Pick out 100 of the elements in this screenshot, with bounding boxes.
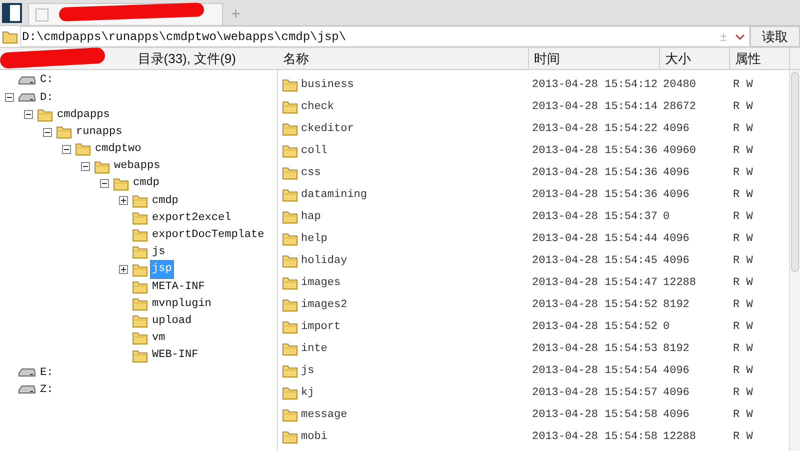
- folder-item[interactable]: cmdpapps: [55, 106, 112, 124]
- table-cell-text: 2013-04-28 15:54:12: [532, 78, 658, 93]
- folder-name[interactable]: datamining: [301, 186, 368, 204]
- table-cell-text: 4096: [663, 386, 690, 401]
- folder-item[interactable]: exportDocTemplate: [150, 226, 266, 245]
- folder-icon: [132, 211, 148, 226]
- table-cell-text: 2013-04-28 15:54:53: [532, 342, 658, 357]
- folder-name[interactable]: kj: [301, 384, 314, 402]
- folder-icon: [282, 144, 298, 158]
- expand-toggle-icon[interactable]: [119, 265, 128, 274]
- column-header[interactable]: 时间: [528, 48, 659, 69]
- drive-item[interactable]: C:: [38, 71, 56, 90]
- table-cell-text: 2013-04-28 15:54:37: [532, 210, 658, 225]
- folder-name[interactable]: mobi: [301, 428, 328, 446]
- folder-item[interactable]: webapps: [112, 157, 162, 176]
- collapse-toggle-icon[interactable]: [24, 110, 33, 120]
- table-cell-text: 2013-04-28 15:54:47: [532, 276, 658, 291]
- folder-name[interactable]: help: [301, 230, 328, 248]
- folder-item[interactable]: WEB-INF: [150, 346, 200, 365]
- collapse-toggle-icon[interactable]: [81, 162, 90, 172]
- folder-icon: [132, 228, 148, 242]
- table-cell-text: R W: [733, 122, 753, 137]
- folder-item[interactable]: js: [150, 243, 168, 262]
- table-cell-text: 8192: [663, 342, 690, 357]
- collapse-toggle-icon[interactable]: [5, 93, 14, 102]
- expand-toggle-icon[interactable]: [119, 196, 128, 206]
- table-cell-text: R W: [733, 210, 753, 225]
- folder-name[interactable]: coll: [301, 142, 328, 160]
- table-cell-text: R W: [733, 100, 753, 115]
- drive-icon: [18, 92, 36, 103]
- browser-tab[interactable]: [28, 3, 223, 25]
- path-field[interactable]: D:\cmdpapps\runapps\cmdptwo\webapps\cmdp\jsp\ ±: [20, 26, 750, 47]
- folder-name[interactable]: import: [301, 318, 341, 336]
- folder-name[interactable]: message: [301, 406, 348, 424]
- folder-icon: [132, 280, 148, 294]
- folder-icon: [282, 78, 298, 92]
- drive-icon: [18, 384, 36, 395]
- panel-toggle-icon[interactable]: [2, 3, 22, 23]
- table-cell-text: R W: [733, 78, 753, 93]
- folder-name[interactable]: ckeditor: [301, 120, 354, 138]
- table-cell-text: R W: [733, 298, 753, 313]
- drive-item[interactable]: E:: [38, 364, 56, 382]
- collapse-toggle-icon[interactable]: [100, 179, 109, 188]
- folder-name[interactable]: check: [301, 98, 334, 116]
- table-cell-text: 2013-04-28 15:54:36: [532, 144, 658, 159]
- folder-item[interactable]: META-INF: [150, 278, 207, 296]
- page-icon: [35, 8, 49, 22]
- table-cell-text: 4096: [663, 188, 690, 203]
- folder-icon: [282, 364, 298, 378]
- folder-item[interactable]: upload: [150, 312, 194, 330]
- table-cell-text: 0: [663, 210, 670, 225]
- folder-name[interactable]: js: [301, 362, 314, 380]
- drive-item[interactable]: Z:: [38, 380, 56, 400]
- folder-item[interactable]: mvnplugin: [150, 294, 214, 314]
- drive-item[interactable]: D:: [38, 88, 56, 108]
- folder-item[interactable]: cmdp: [150, 192, 180, 210]
- folder-icon: [132, 194, 148, 208]
- folder-name[interactable]: images2: [301, 296, 348, 314]
- folder-name[interactable]: holiday: [301, 252, 348, 270]
- folder-icon: [282, 386, 298, 400]
- folder-name[interactable]: business: [301, 76, 354, 94]
- folder-icon: [282, 122, 298, 136]
- folder-icon: [282, 166, 298, 180]
- folder-name[interactable]: images: [301, 274, 341, 292]
- table-cell-text: 2013-04-28 15:54:45: [532, 254, 658, 269]
- table-cell-text: 2013-04-28 15:54:14: [532, 100, 658, 115]
- read-button[interactable]: 读取: [750, 26, 800, 47]
- folder-name[interactable]: css: [301, 164, 321, 182]
- folder-icon: [132, 297, 148, 312]
- folder-icon: [282, 100, 298, 114]
- table-cell-text: 4096: [663, 408, 690, 423]
- dropdown-caret-icon[interactable]: [735, 34, 745, 40]
- folder-name[interactable]: inte: [301, 340, 328, 358]
- folder-item[interactable]: cmdptwo: [93, 140, 144, 159]
- folder-name[interactable]: hap: [301, 208, 321, 226]
- collapse-toggle-icon[interactable]: [62, 144, 71, 154]
- column-header[interactable]: 大小: [659, 48, 729, 69]
- column-header[interactable]: 名称: [278, 48, 528, 69]
- collapse-toggle-icon[interactable]: [43, 128, 52, 137]
- folder-icon: [282, 188, 298, 202]
- table-cell-text: 2013-04-28 15:54:44: [532, 232, 658, 247]
- drive-icon: [18, 368, 36, 378]
- table-cell-text: R W: [733, 232, 753, 247]
- table-cell-text: R W: [733, 144, 753, 159]
- folder-item[interactable]: export2excel: [150, 208, 234, 228]
- table-cell-text: 2013-04-28 15:54:54: [532, 364, 658, 379]
- folder-icon: [2, 30, 18, 44]
- table-cell-text: 2013-04-28 15:54:22: [532, 122, 658, 137]
- table-cell-text: 2013-04-28 15:54:52: [532, 298, 658, 313]
- folder-item[interactable]: vm: [150, 329, 168, 348]
- table-cell-text: 12288: [663, 276, 696, 291]
- folder-count-label: 目录(33), 文件(9): [138, 50, 236, 68]
- table-cell-text: 4096: [663, 122, 690, 137]
- folder-icon: [282, 254, 298, 268]
- scrollbar[interactable]: [789, 70, 800, 451]
- folder-item[interactable]: cmdp: [131, 174, 162, 193]
- folder-item[interactable]: runapps: [74, 122, 124, 142]
- folder-icon: [282, 210, 298, 224]
- folder-icon: [113, 176, 129, 191]
- column-header[interactable]: 属性: [729, 48, 789, 69]
